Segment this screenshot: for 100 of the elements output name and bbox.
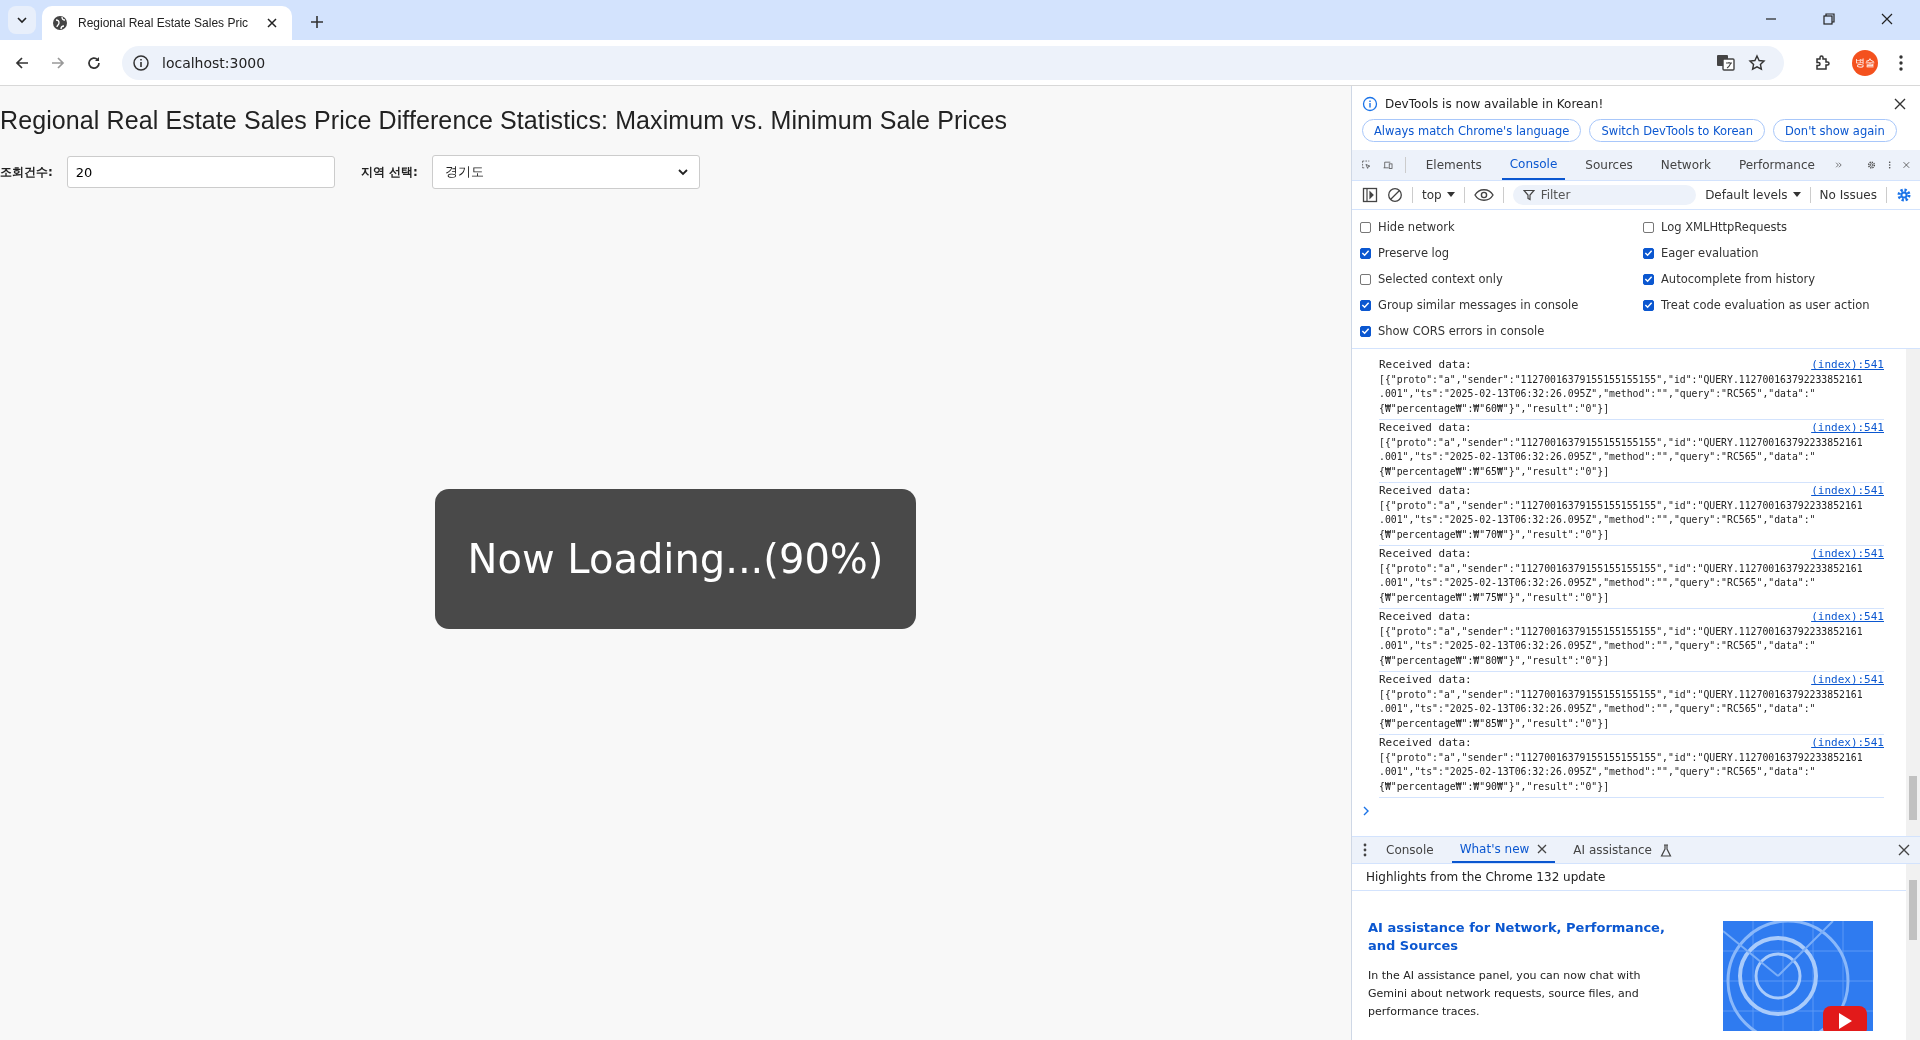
issues-counter[interactable]: No Issues — [1819, 188, 1877, 202]
checkbox[interactable] — [1643, 299, 1654, 311]
context-dropdown[interactable]: top — [1422, 188, 1455, 202]
devtools-tab[interactable]: Sources — [1577, 150, 1641, 180]
log-message-label: Received data: — [1379, 547, 1472, 562]
back-icon[interactable] — [14, 54, 30, 71]
setting-label: Group similar messages in console — [1378, 298, 1579, 312]
field-label: 지역 선택: — [360, 163, 418, 181]
source-link[interactable]: (index):541 — [1811, 484, 1884, 499]
devtools-tab[interactable]: Console — [1501, 150, 1566, 180]
checkbox[interactable] — [1643, 247, 1654, 259]
prompt-chevron-icon[interactable] — [1362, 806, 1370, 816]
profile-avatar[interactable]: 병술 — [1852, 49, 1878, 76]
info-message: DevTools is now available in Korean! — [1385, 97, 1604, 111]
source-link[interactable]: (index):541 — [1811, 547, 1884, 562]
close-icon[interactable] — [1898, 844, 1910, 856]
setting-label: Selected context only — [1378, 272, 1503, 286]
close-icon[interactable] — [1894, 98, 1906, 110]
url-text: localhost:3000 — [162, 54, 266, 71]
log-message-text: [{"proto":"a","sender":"11270016379155155155155","id":"QUERY.112700163792233852161.001","ts":"2025-02-13T06:32:26.095Z","method":"","query":"RC565","data":"{₩"percentage₩":₩"80₩"}","result":"0"}] — [1379, 624, 1863, 668]
setting-label: Preserve log — [1378, 246, 1450, 260]
source-link[interactable]: (index):541 — [1811, 610, 1884, 625]
close-icon[interactable] — [266, 17, 278, 29]
log-message-label: Received data: — [1379, 736, 1472, 751]
menu-icon[interactable] — [1362, 842, 1368, 858]
new-tab-icon[interactable] — [310, 15, 324, 29]
source-link[interactable]: (index):541 — [1811, 358, 1884, 373]
tab-title: Regional Real Estate Sales Pric — [78, 16, 250, 30]
region-select[interactable]: 경기도 — [431, 155, 700, 189]
devtools-tab[interactable]: Performance — [1730, 150, 1823, 180]
reload-icon[interactable] — [86, 54, 102, 71]
log-message-text: [{"proto":"a","sender":"11270016379155155155155","id":"QUERY.112700163792233852161.001","ts":"2025-02-13T06:32:26.095Z","method":"","query":"RC565","data":"{₩"percentage₩":₩"90₩"}","result":"0"}] — [1379, 750, 1863, 794]
menu-icon[interactable] — [1898, 53, 1904, 72]
scrollbar[interactable] — [1906, 864, 1920, 1040]
info-bar-button[interactable]: Don't show again — [1772, 119, 1897, 142]
log-message-label: Received data: — [1379, 484, 1472, 499]
page-title: Regional Real Estate Sales Price Difference Statistics: Maximum vs. Minimum Sale Prices — [0, 106, 1009, 135]
devtools-tab[interactable]: Network — [1652, 150, 1719, 180]
chevron-down-icon — [16, 14, 28, 26]
setting-label: Treat code evaluation as user action — [1661, 298, 1870, 312]
checkbox[interactable] — [1360, 325, 1371, 337]
clear-icon[interactable] — [1387, 187, 1403, 203]
setting-label: Log XMLHttpRequests — [1661, 220, 1788, 234]
log-message-text: [{"proto":"a","sender":"11270016379155155155155","id":"QUERY.112700163792233852161.001","ts":"2025-02-13T06:32:26.095Z","method":"","query":"RC565","data":"{₩"percentage₩":₩"65₩"}","result":"0"}] — [1379, 435, 1863, 479]
field-label: 조회건수: — [0, 163, 53, 181]
source-link[interactable]: (index):541 — [1811, 673, 1884, 688]
log-message-label: Received data: — [1379, 673, 1472, 688]
feature-description: In the AI assistance panel, you can now chat with Gemini about network requests, source files, and performance traces. — [1368, 968, 1642, 1020]
loading-message: Now Loading...(90%) — [435, 489, 916, 629]
whats-new-subtitle: Highlights from the Chrome 132 update — [1352, 864, 1906, 891]
settings-icon[interactable] — [1896, 187, 1912, 203]
checkbox[interactable] — [1360, 299, 1371, 311]
drawer-tab[interactable]: What's new — [1451, 837, 1556, 863]
extensions-icon[interactable] — [1814, 53, 1832, 72]
setting-label: Hide network — [1378, 220, 1455, 234]
setting-label: Show CORS errors in console — [1378, 324, 1545, 338]
setting-label: Eager evaluation — [1661, 246, 1759, 260]
log-message-text: [{"proto":"a","sender":"11270016379155155155155","id":"QUERY.112700163792233852161.001","ts":"2025-02-13T06:32:26.095Z","method":"","query":"RC565","data":"{₩"percentage₩":₩"75₩"}","result":"0"}] — [1379, 561, 1863, 605]
log-levels-dropdown[interactable]: Default levels — [1705, 188, 1801, 202]
close-icon[interactable] — [1537, 844, 1548, 854]
setting-label: Autocomplete from history — [1661, 272, 1816, 286]
drawer-tab[interactable]: AI assistance — [1565, 837, 1680, 863]
devtools-tab[interactable]: Elements — [1417, 150, 1490, 180]
filter-icon — [1522, 189, 1535, 201]
checkbox[interactable] — [1360, 221, 1371, 233]
log-message-label: Received data: — [1379, 421, 1472, 436]
forward-icon[interactable] — [50, 54, 66, 71]
caret-icon — [1792, 192, 1801, 198]
eye-icon[interactable] — [1473, 188, 1494, 202]
checkbox[interactable] — [1643, 221, 1654, 233]
checkbox[interactable] — [1360, 273, 1371, 285]
log-message-text: [{"proto":"a","sender":"11270016379155155155155","id":"QUERY.112700163792233852161.001","ts":"2025-02-13T06:32:26.095Z","method":"","query":"RC565","data":"{₩"percentage₩":₩"70₩"}","result":"0"}] — [1379, 498, 1863, 542]
source-link[interactable]: (index):541 — [1811, 421, 1884, 436]
chevron-down-icon — [676, 166, 689, 178]
address-bar[interactable]: localhost:3000 — [122, 45, 1784, 80]
browser-tab[interactable]: Regional Real Estate Sales Pric — [42, 6, 292, 40]
caret-icon — [1446, 192, 1455, 198]
checkbox[interactable] — [1643, 273, 1654, 285]
log-message-text: [{"proto":"a","sender":"11270016379155155155155","id":"QUERY.112700163792233852161.001","ts":"2025-02-13T06:32:26.095Z","method":"","query":"RC565","data":"{₩"percentage₩":₩"85₩"}","result":"0"}] — [1379, 687, 1863, 731]
filter-field[interactable]: Filter — [1512, 185, 1697, 205]
log-message-label: Received data: — [1379, 358, 1472, 373]
info-icon[interactable] — [132, 53, 150, 72]
source-link[interactable]: (index):541 — [1811, 736, 1884, 751]
scrollbar[interactable] — [1906, 349, 1920, 836]
tab-search-button[interactable] — [8, 6, 36, 34]
translate-icon[interactable] — [1716, 53, 1736, 72]
info-icon — [1362, 96, 1378, 112]
close-icon[interactable] — [1880, 12, 1894, 26]
feature-heading[interactable]: AI assistance for Network, Performance, and Sources — [1368, 919, 1683, 955]
star-icon[interactable] — [1748, 53, 1766, 72]
log-message-label: Received data: — [1379, 610, 1472, 625]
sidebar-icon[interactable] — [1362, 187, 1378, 203]
info-bar-button[interactable]: Switch DevTools to Korean — [1589, 119, 1765, 142]
drawer-tab[interactable]: Console — [1378, 837, 1442, 863]
count-input[interactable]: 20 — [66, 156, 335, 188]
restore-icon[interactable] — [1822, 12, 1836, 26]
info-bar-button[interactable]: Always match Chrome's language — [1362, 119, 1582, 142]
globe-icon — [52, 15, 68, 31]
log-message-text: [{"proto":"a","sender":"11270016379155155155155","id":"QUERY.112700163792233852161.001","ts":"2025-02-13T06:32:26.095Z","method":"","query":"RC565","data":"{₩"percentage₩":₩"60₩"}","result":"0"}] — [1379, 372, 1863, 416]
checkbox[interactable] — [1360, 247, 1371, 259]
